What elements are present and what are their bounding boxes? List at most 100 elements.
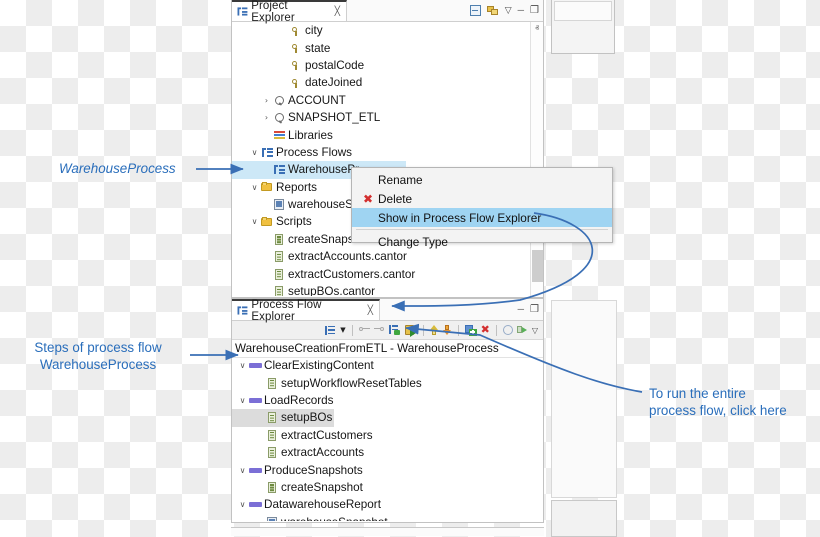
tree-row[interactable]: postalCode <box>232 57 543 74</box>
twisty[interactable]: › <box>261 96 272 105</box>
delete-step-icon[interactable]: ✖ <box>481 325 490 336</box>
pfe-row-step[interactable]: warehouseSnapshot <box>232 514 543 521</box>
twisty[interactable]: ∨ <box>249 183 260 192</box>
step-group-icon <box>248 468 262 473</box>
pfe-row-label: extractAccounts <box>281 446 364 459</box>
script-icon <box>265 412 279 423</box>
view-menu-icon[interactable]: ▽ <box>505 6 512 15</box>
libraries-icon <box>272 131 286 140</box>
pfe-row-step[interactable]: createSnapshot <box>232 479 543 496</box>
pfe-row-label: ProduceSnapshots <box>264 464 363 477</box>
script-icon <box>265 430 279 441</box>
scrollbar-thumb[interactable] <box>532 250 543 282</box>
toolbar-separator <box>423 325 424 336</box>
twisty[interactable]: ∨ <box>237 466 248 475</box>
tree-row[interactable]: ∨ Process Flows <box>232 144 543 161</box>
tree-row[interactable]: state <box>232 39 543 56</box>
twisty[interactable]: ∨ <box>237 361 248 370</box>
collapse-all-icon[interactable] <box>470 5 481 16</box>
step-group-icon <box>248 398 262 403</box>
annotation-run-line1: To run the entire <box>649 385 814 402</box>
debug-run-icon[interactable] <box>517 325 528 335</box>
pfe-row-label: ClearExistingContent <box>264 359 374 372</box>
tree-row-label: Libraries <box>288 129 333 142</box>
step-group-icon <box>248 363 262 368</box>
move-up-icon[interactable] <box>430 325 439 336</box>
move-down-icon[interactable] <box>443 325 452 336</box>
close-icon[interactable]: ╳ <box>368 306 373 316</box>
process-flow-explorer-window-buttons: ─ ❐ <box>518 299 539 320</box>
expand-step-icon[interactable] <box>374 326 385 335</box>
pfe-row-label: extractCustomers <box>281 429 373 442</box>
collapse-step-icon[interactable] <box>359 326 370 335</box>
tree-row[interactable]: setupBOs.cantor <box>232 283 543 296</box>
tree-row[interactable]: dateJoined <box>232 74 543 91</box>
project-explorer-scrollbar[interactable]: ⱏ ⱟ <box>530 22 543 297</box>
tree-row[interactable]: Libraries <box>232 126 543 143</box>
run-flow-icon[interactable] <box>405 325 417 336</box>
menu-item-label: Show in Process Flow Explorer <box>378 211 541 225</box>
info-icon[interactable] <box>503 325 513 335</box>
pfe-row-step-setupbos[interactable]: setupBOs <box>232 409 334 426</box>
layout-flow-icon[interactable] <box>325 326 336 335</box>
pfe-row-group[interactable]: ∨ ProduceSnapshots <box>232 461 543 478</box>
dropdown-arrow-icon[interactable]: ▼ <box>340 326 345 334</box>
pfe-row-label: warehouseSnapshot <box>281 516 388 521</box>
twisty[interactable]: › <box>261 113 272 122</box>
pfe-row-step[interactable]: setupWorkflowResetTables <box>232 374 543 391</box>
twisty[interactable]: ∨ <box>249 148 260 157</box>
delete-x-icon: ✖ <box>358 193 378 205</box>
menu-item-change-type[interactable]: Change Type <box>352 232 612 251</box>
scroll-down-arrow[interactable]: ⱟ <box>531 284 544 297</box>
pfe-row-group[interactable]: ∨ LoadRecords <box>232 392 543 409</box>
tab-project-explorer[interactable]: Project Explorer ╳ <box>232 0 347 21</box>
menu-item-delete[interactable]: ✖ Delete <box>352 189 612 208</box>
menu-item-rename[interactable]: Rename <box>352 170 612 189</box>
minimize-icon[interactable]: ─ <box>518 305 524 314</box>
annotation-steps-of-process-flow: Steps of process flow WarehouseProcess <box>18 339 178 373</box>
pfe-row-group[interactable]: ∨ ClearExistingContent <box>232 357 543 374</box>
minimize-icon[interactable]: ─ <box>518 6 524 15</box>
view-menu-icon[interactable]: ▽ <box>532 326 538 335</box>
entity-icon <box>272 113 286 122</box>
twisty[interactable]: ∨ <box>237 396 248 405</box>
tree-row[interactable]: › SNAPSHOT_ETL <box>232 109 543 126</box>
pfe-row-step[interactable]: extractAccounts <box>232 444 543 461</box>
process-flow-explorer-tab-icon <box>238 306 247 314</box>
scroll-up-arrow[interactable]: ⱏ <box>531 22 543 35</box>
script-icon <box>265 447 279 458</box>
background-panel-topright-inner <box>554 1 612 21</box>
report-icon <box>272 199 286 210</box>
twisty[interactable]: ∨ <box>249 217 260 226</box>
process-flow-explorer-toolbar[interactable]: ▼ ✖ ▽ <box>232 321 543 340</box>
tree-row-label: state <box>305 42 330 55</box>
pfe-row-step[interactable]: extractCustomers <box>232 427 543 444</box>
tree-row-label: SNAPSHOT_ETL <box>288 111 380 124</box>
tree-row-label: postalCode <box>305 59 364 72</box>
folder-icon <box>260 182 274 192</box>
toolbar-separator <box>352 325 353 336</box>
maximize-icon[interactable]: ❐ <box>530 305 539 315</box>
pfe-row-group[interactable]: ∨ DatawarehouseReport <box>232 496 543 513</box>
tree-row-label: ACCOUNT <box>288 94 346 107</box>
toolbar-separator <box>496 325 497 336</box>
folder-icon <box>260 217 274 227</box>
annotation-run-line2: process flow, click here <box>649 402 814 419</box>
add-step-icon[interactable] <box>465 325 477 336</box>
project-explorer-tree[interactable]: city state postalCode dateJoined › ACCOU… <box>232 22 543 296</box>
context-menu[interactable]: Rename ✖ Delete Show in Process Flow Exp… <box>351 167 613 243</box>
process-flows-icon <box>260 148 274 157</box>
menu-item-show-in-process-flow-explorer[interactable]: Show in Process Flow Explorer <box>352 208 612 227</box>
show-flow-icon[interactable] <box>389 325 401 335</box>
tree-row-label: extractCustomers.cantor <box>288 268 415 281</box>
tree-row[interactable]: extractCustomers.cantor <box>232 265 543 282</box>
maximize-icon[interactable]: ❐ <box>530 6 539 16</box>
process-flow-explorer-tree[interactable]: ∨ ClearExistingContent setupWorkflowRese… <box>232 357 543 521</box>
twisty[interactable]: ∨ <box>237 500 248 509</box>
process-flow-explorer-tabbar: Process Flow Explorer ╳ ─ ❐ <box>232 299 543 321</box>
close-icon[interactable]: ╳ <box>335 7 340 17</box>
tree-row[interactable]: › ACCOUNT <box>232 92 543 109</box>
tab-process-flow-explorer[interactable]: Process Flow Explorer ╳ <box>232 299 380 320</box>
link-with-editor-icon[interactable] <box>487 5 499 16</box>
tree-row[interactable]: city <box>232 22 543 39</box>
